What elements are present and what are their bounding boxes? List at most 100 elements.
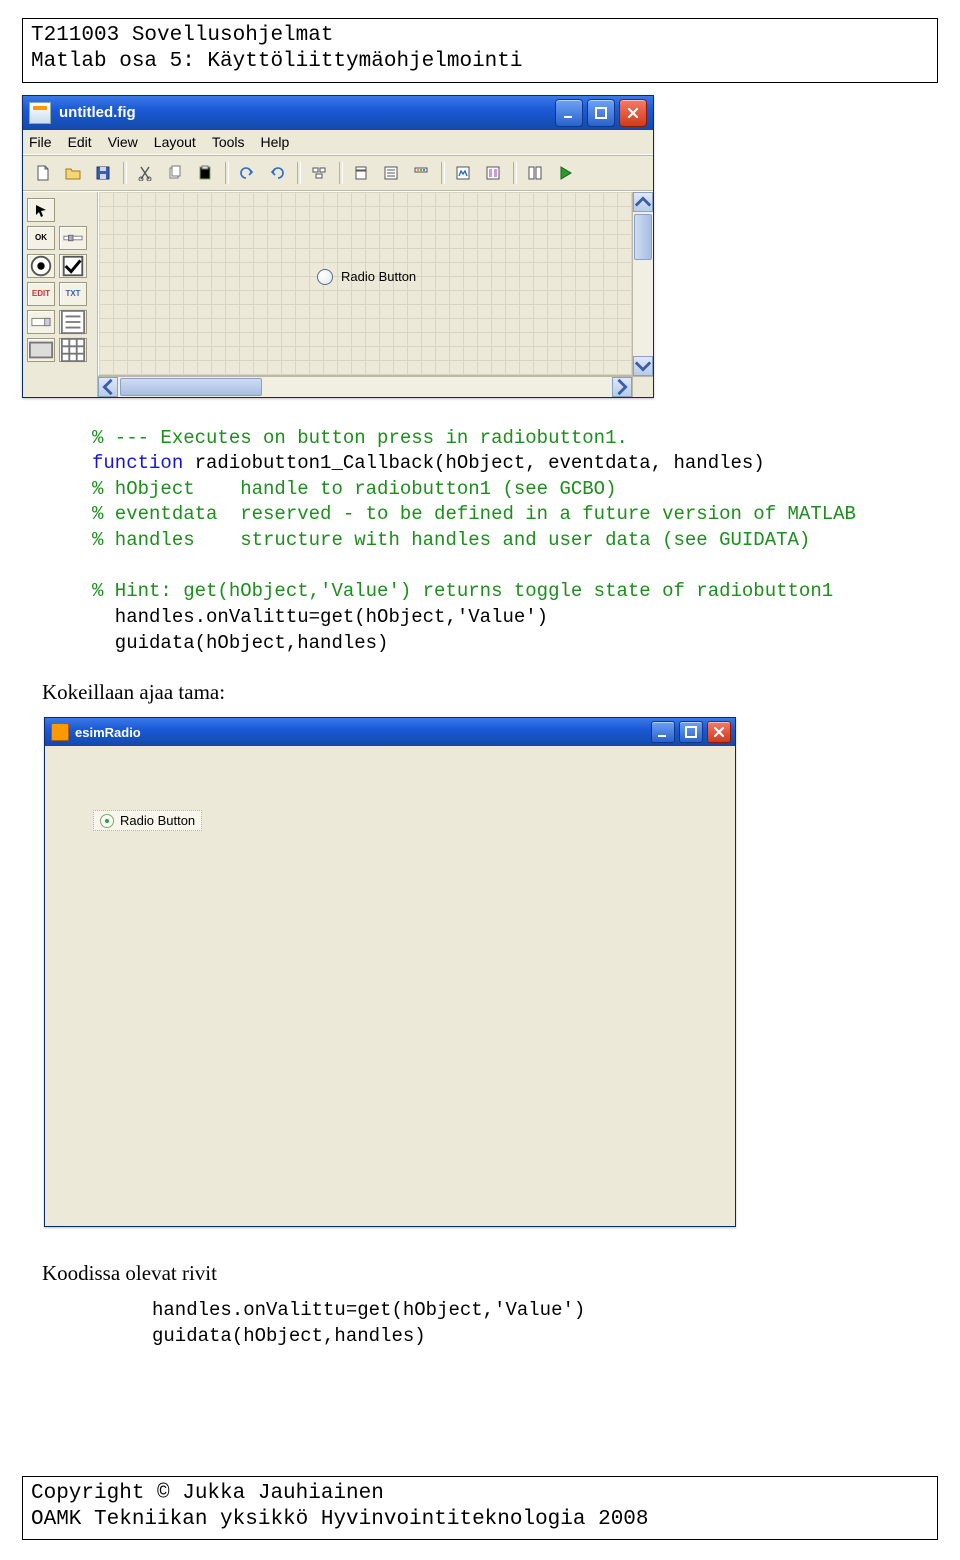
esimradio-titlebar[interactable]: esimRadio <box>45 718 735 746</box>
palette-select-tool[interactable] <box>27 198 55 222</box>
minimize-button[interactable] <box>555 99 583 127</box>
toolbar-toolbar-editor-button[interactable] <box>407 160 435 186</box>
menu-edit[interactable]: Edit <box>68 134 92 150</box>
palette-radiobutton[interactable] <box>27 254 55 278</box>
vertical-scrollbar[interactable] <box>632 192 653 376</box>
footer-line2: OAMK Tekniikan yksikkö Hyvinvointiteknol… <box>31 1507 929 1533</box>
save-icon <box>95 165 111 181</box>
toolbar-redo-button[interactable] <box>263 160 291 186</box>
copy-icon <box>167 165 183 181</box>
chevron-down-icon <box>634 357 652 375</box>
guide-app-icon <box>29 102 51 124</box>
radiobutton-icon <box>28 253 54 279</box>
palette-toggle[interactable] <box>27 338 55 362</box>
toolbar-property-inspector-button[interactable] <box>479 160 507 186</box>
property-inspector-icon <box>485 165 501 181</box>
esimradio-radiobutton[interactable]: Radio Button <box>93 810 202 831</box>
code-line: guidata(hObject,handles) <box>92 632 388 654</box>
esimradio-title-text: esimRadio <box>75 725 647 740</box>
toolbar-separator <box>513 162 517 184</box>
toolbar-separator <box>339 162 343 184</box>
chevron-left-icon <box>99 378 117 396</box>
code-line: % --- Executes on button press in radiob… <box>92 427 628 449</box>
toolbar-browser-button[interactable] <box>521 160 549 186</box>
toolbar-undo-button[interactable] <box>233 160 261 186</box>
close-button[interactable] <box>619 99 647 127</box>
checkbox-icon <box>60 253 86 279</box>
page-header-box: T211003 Sovellusohjelmat Matlab osa 5: K… <box>22 18 938 83</box>
align-icon <box>311 165 327 181</box>
menu-layout[interactable]: Layout <box>154 134 196 150</box>
header-line1: T211003 Sovellusohjelmat <box>31 23 929 49</box>
table-icon <box>60 337 86 363</box>
palette-static-text[interactable]: TXT <box>59 282 87 306</box>
code-line: function radiobutton1_Callback(hObject, … <box>92 452 765 474</box>
toolbar-cut-button[interactable] <box>131 160 159 186</box>
code-line: guidata(hObject,handles) <box>152 1325 426 1347</box>
menu-view[interactable]: View <box>108 134 138 150</box>
toolbar-separator <box>441 162 445 184</box>
toolbar-align-button[interactable] <box>305 160 333 186</box>
menu-editor-icon <box>353 165 369 181</box>
maximize-button[interactable] <box>679 721 703 743</box>
vertical-scroll-thumb[interactable] <box>634 214 652 260</box>
horizontal-scroll-thumb[interactable] <box>120 378 262 396</box>
scroll-left-button[interactable] <box>98 377 118 397</box>
toolbar-paste-button[interactable] <box>191 160 219 186</box>
palette-pushbutton[interactable]: OK <box>27 226 55 250</box>
toolbar-run-button[interactable] <box>551 160 579 186</box>
toolbar-open-button[interactable] <box>59 160 87 186</box>
page-footer-box: Copyright © Jukka Jauhiainen OAMK Teknii… <box>22 1476 938 1541</box>
toolbar-editor-icon <box>413 165 429 181</box>
scroll-up-button[interactable] <box>633 192 653 212</box>
toolbar-mfile-button[interactable] <box>449 160 477 186</box>
toolbar-save-button[interactable] <box>89 160 117 186</box>
popup-icon <box>31 317 51 327</box>
code-line: % hObject handle to radiobutton1 (see GC… <box>92 478 617 500</box>
palette-listbox[interactable] <box>59 310 87 334</box>
canvas-radiobutton-widget[interactable]: Radio Button <box>309 267 424 287</box>
guide-titlebar[interactable]: untitled.fig <box>23 96 653 130</box>
toolbar-new-button[interactable] <box>29 160 57 186</box>
object-browser-icon <box>527 165 543 181</box>
code-line: handles.onValittu=get(hObject,'Value') <box>152 1299 585 1321</box>
open-folder-icon <box>65 165 81 181</box>
toolbar-separator <box>225 162 229 184</box>
maximize-icon <box>684 725 698 739</box>
canvas-grid[interactable]: Radio Button <box>98 192 632 376</box>
tab-order-icon <box>383 165 399 181</box>
horizontal-scrollbar[interactable] <box>98 376 632 397</box>
new-file-icon <box>35 165 51 181</box>
minimize-icon <box>656 725 670 739</box>
palette-edit-text[interactable]: EDIT <box>27 282 55 306</box>
menu-file[interactable]: File <box>29 134 52 150</box>
menu-help[interactable]: Help <box>261 134 290 150</box>
radio-selected-icon <box>100 814 114 828</box>
palette-popup[interactable] <box>27 310 55 334</box>
redo-icon <box>269 165 285 181</box>
menu-tools[interactable]: Tools <box>212 134 245 150</box>
code-line: % handles structure with handles and use… <box>92 529 810 551</box>
slider-icon <box>63 233 83 243</box>
toolbar-taborder-button[interactable] <box>377 160 405 186</box>
guide-toolbar <box>23 155 653 191</box>
palette-table[interactable] <box>59 338 87 362</box>
minimize-button[interactable] <box>651 721 675 743</box>
maximize-icon <box>594 106 608 120</box>
minimize-icon <box>562 106 576 120</box>
close-button[interactable] <box>707 721 731 743</box>
toolbar-separator <box>123 162 127 184</box>
toolbar-menueditor-button[interactable] <box>347 160 375 186</box>
resize-grip[interactable] <box>632 376 653 397</box>
scroll-right-button[interactable] <box>612 377 632 397</box>
maximize-button[interactable] <box>587 99 615 127</box>
code-line: handles.onValittu=get(hObject,'Value') <box>92 606 548 628</box>
palette-checkbox[interactable] <box>59 254 87 278</box>
component-palette: OK EDIT TXT <box>23 192 98 397</box>
chevron-right-icon <box>613 378 631 396</box>
close-icon <box>626 106 640 120</box>
toolbar-copy-button[interactable] <box>161 160 189 186</box>
scroll-down-button[interactable] <box>633 356 653 376</box>
cut-icon <box>137 165 153 181</box>
palette-slider[interactable] <box>59 226 87 250</box>
